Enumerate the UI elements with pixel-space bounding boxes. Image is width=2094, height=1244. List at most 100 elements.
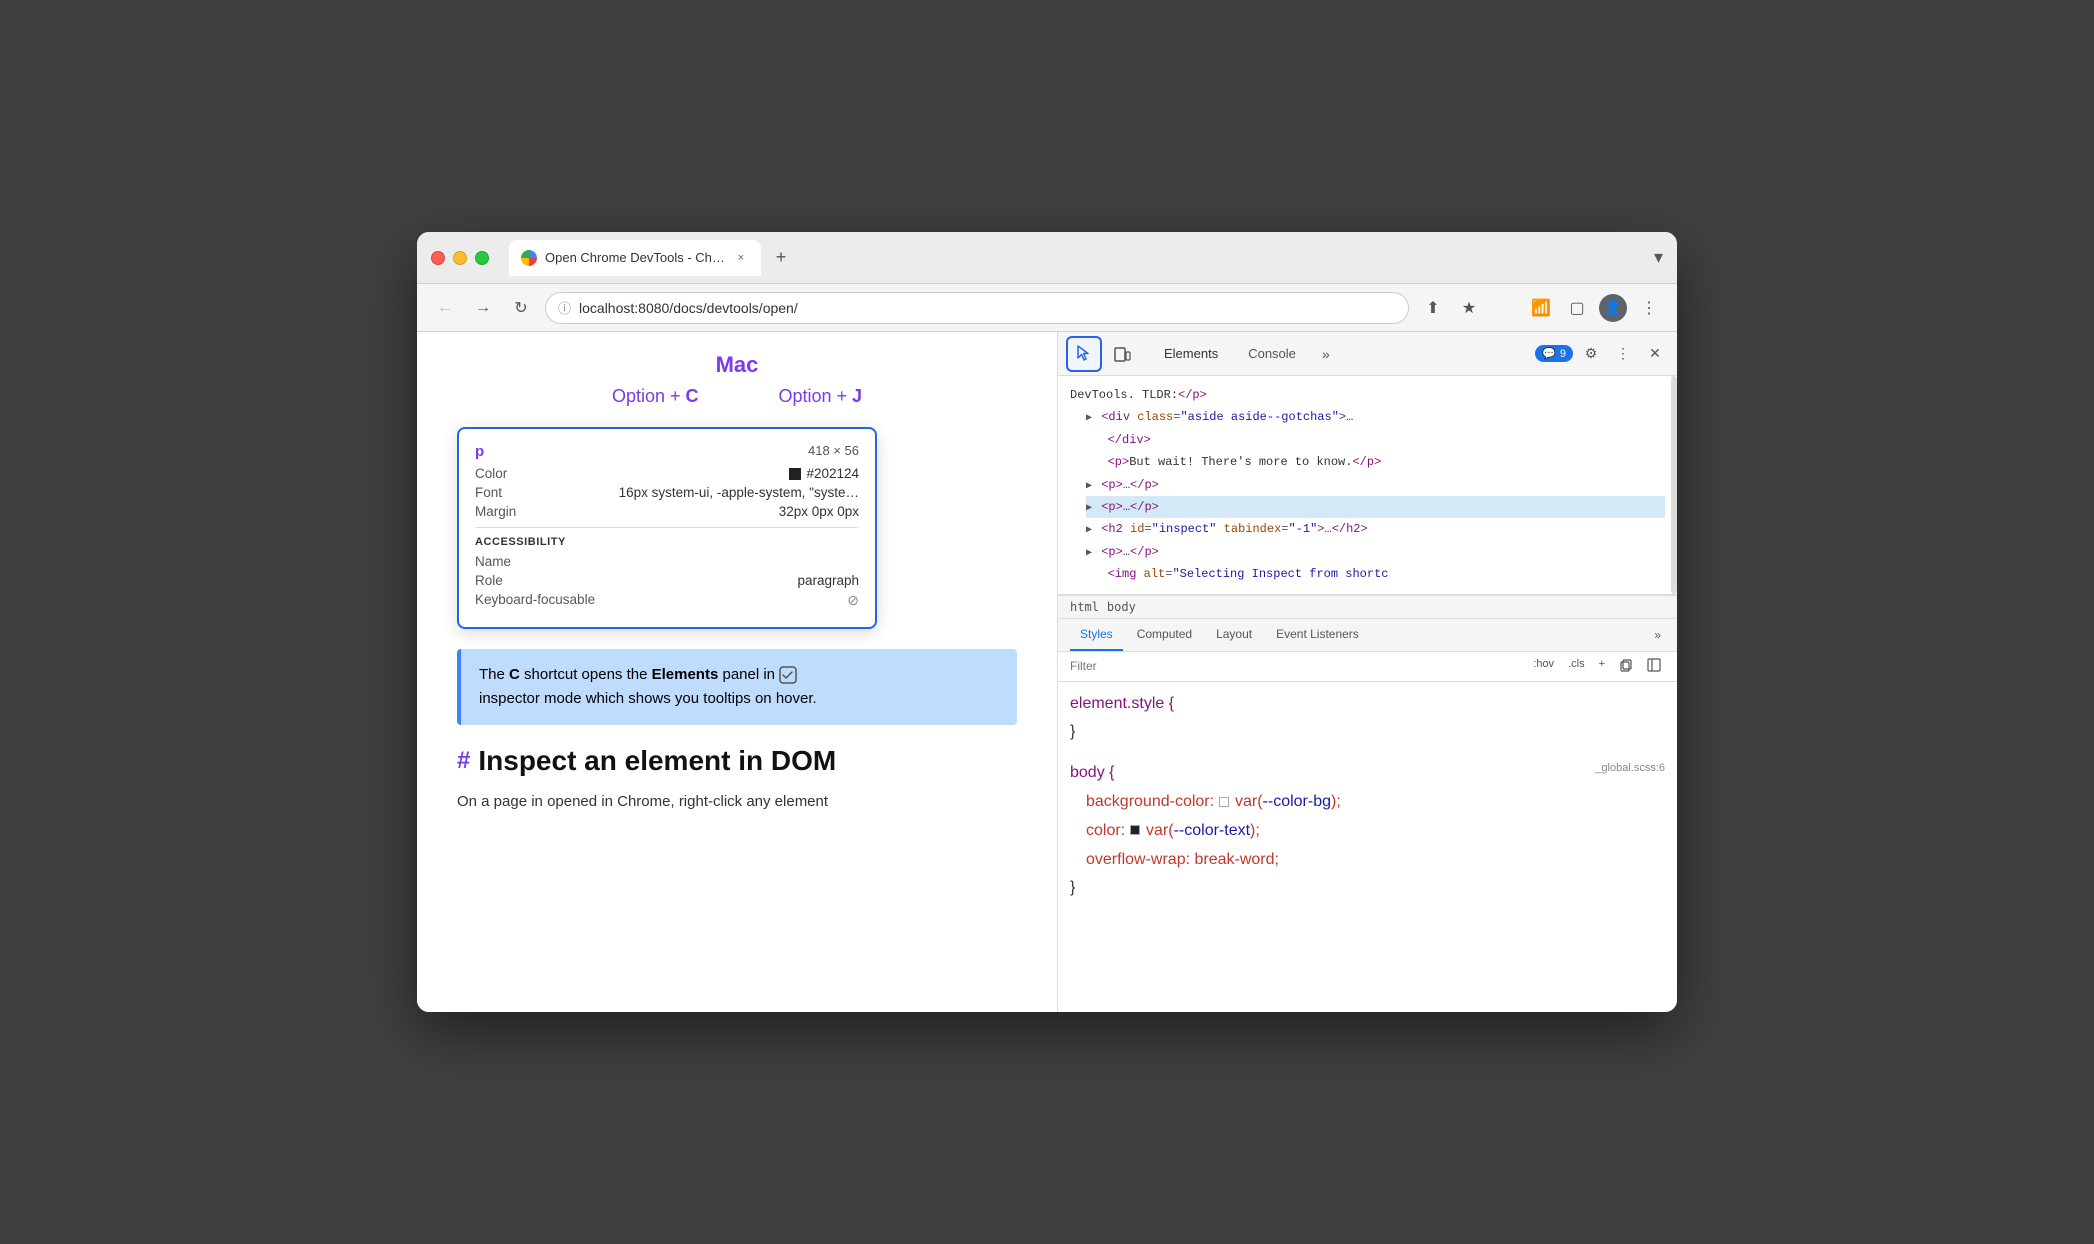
shortcut-j: Option + J xyxy=(778,386,862,407)
bookmark-button[interactable]: ★ xyxy=(1455,294,1483,322)
more-options-button[interactable]: ⋮ xyxy=(1635,294,1663,322)
dom-line-1: DevTools. TLDR:</p> xyxy=(1070,384,1665,406)
page-content: Mac Option + C Option + J p 418 × 56 Col… xyxy=(417,332,1057,1012)
highlight-text2: shortcut opens the xyxy=(520,666,652,683)
bg-color-swatch[interactable] xyxy=(1219,797,1229,807)
styles-more-button[interactable]: » xyxy=(1650,624,1665,646)
tab-label: Open Chrome DevTools - Chro… xyxy=(545,250,725,265)
refresh-button[interactable]: ↻ xyxy=(507,294,535,322)
tab-favicon xyxy=(521,250,537,266)
tooltip-tag: p xyxy=(475,443,859,460)
minimize-traffic-light[interactable] xyxy=(453,251,467,265)
devtools-tabs: Elements Console » xyxy=(1142,340,1527,368)
close-traffic-light[interactable] xyxy=(431,251,445,265)
dom-line-4: <p>But wait! There's more to know.</p> xyxy=(1086,451,1665,473)
shortcut-c-label: Option + xyxy=(612,386,686,406)
copy-icon xyxy=(1619,658,1633,672)
copy-styles-button[interactable] xyxy=(1615,656,1637,677)
settings-button[interactable]: ⚙ xyxy=(1577,340,1605,368)
dom-line-5[interactable]: ▶ <p>…</p> xyxy=(1086,474,1665,496)
dom-line-6-highlighted[interactable]: ▶ <p>…</p> xyxy=(1086,496,1665,518)
maximize-traffic-light[interactable] xyxy=(475,251,489,265)
breadcrumb-html[interactable]: html xyxy=(1070,600,1099,614)
section-heading: # Inspect an element in DOM xyxy=(457,745,1017,777)
tooltip-keyboard-row: Keyboard-focusable ⊘ xyxy=(475,592,859,609)
highlight-text3: panel in xyxy=(718,666,779,683)
tooltip-accessibility-title: ACCESSIBILITY xyxy=(475,536,859,548)
extension-button[interactable]: 🣿 xyxy=(1491,294,1519,322)
tab-dropdown-button[interactable]: ▾ xyxy=(1654,247,1663,268)
tab-styles[interactable]: Styles xyxy=(1070,619,1123,651)
breadcrumb-body[interactable]: body xyxy=(1107,600,1136,614)
more-options-devtools-button[interactable]: ⋮ xyxy=(1609,340,1637,368)
back-button[interactable]: ← xyxy=(431,294,459,322)
dom-scrollbar[interactable] xyxy=(1671,376,1677,594)
filter-input[interactable] xyxy=(1070,659,1529,673)
title-bar: Open Chrome DevTools - Chro… × + ▾ xyxy=(417,232,1677,284)
device-toolbar-button[interactable] xyxy=(1106,338,1138,370)
lock-icon: ⓘ xyxy=(558,298,571,317)
hov-filter-button[interactable]: :hov xyxy=(1529,656,1558,677)
new-tab-button[interactable]: + xyxy=(767,244,795,272)
forward-button[interactable]: → xyxy=(469,294,497,322)
tooltip-margin-row: Margin 32px 0px 0px xyxy=(475,504,859,519)
section-hash: # xyxy=(457,747,470,775)
tab-layout[interactable]: Layout xyxy=(1206,619,1262,651)
address-bar[interactable]: ⓘ localhost:8080/docs/devtools/open/ xyxy=(545,292,1409,324)
tooltip-role-row: Role paragraph xyxy=(475,573,859,588)
tab-computed[interactable]: Computed xyxy=(1127,619,1202,651)
highlight-text4: inspector mode which shows you tooltips … xyxy=(479,690,817,707)
highlighted-content-box: The C shortcut opens the Elements panel … xyxy=(457,649,1017,725)
tooltip-color-hex: #202124 xyxy=(806,466,859,481)
devtools-actions: ⚙ ⋮ ✕ xyxy=(1577,340,1669,368)
profile-button[interactable]: 👤 xyxy=(1599,294,1627,322)
tab-console[interactable]: Console xyxy=(1234,340,1310,367)
split-button[interactable]: ▢ xyxy=(1563,294,1591,322)
share-button[interactable]: ⬆ xyxy=(1419,294,1447,322)
tooltip-color-row: Color #202124 xyxy=(475,466,859,481)
active-tab[interactable]: Open Chrome DevTools - Chro… × xyxy=(509,240,761,276)
tooltip-font-value: 16px system-ui, -apple-system, "syste… xyxy=(619,485,859,500)
dom-line-7[interactable]: ▶ <h2 id="inspect" tabindex="-1">…</h2> xyxy=(1086,518,1665,540)
body-style-bg: background-color: var(--color-bg); xyxy=(1070,788,1665,817)
tab-elements[interactable]: Elements xyxy=(1150,340,1232,367)
dom-line-3: </div> xyxy=(1086,429,1665,451)
toggle-styles-button[interactable] xyxy=(1643,656,1665,677)
tooltip-role-value: paragraph xyxy=(797,573,859,588)
styles-content: element.style { } body { _global.scss:6 … xyxy=(1058,682,1677,924)
inspector-button[interactable] xyxy=(1066,336,1102,372)
cls-filter-button[interactable]: .cls xyxy=(1564,656,1589,677)
tab-event-listeners[interactable]: Event Listeners xyxy=(1266,619,1369,651)
close-devtools-button[interactable]: ✕ xyxy=(1641,340,1669,368)
tooltip-name-label: Name xyxy=(475,554,511,569)
console-badge-count: 9 xyxy=(1560,348,1566,360)
tooltip-card: p 418 × 56 Color #202124 Font 16px syste… xyxy=(457,427,877,629)
color-swatch-text[interactable] xyxy=(1130,825,1140,835)
color-swatch-dark xyxy=(789,468,801,480)
element-style-selector: element.style { xyxy=(1070,690,1665,719)
tooltip-margin-value: 32px 0px 0px xyxy=(779,504,859,519)
element-style-rule: element.style { } xyxy=(1070,690,1665,748)
devtools-panel: Elements Console » 💬 9 ⚙ ⋮ ✕ DevTools. T… xyxy=(1057,332,1677,1012)
tab-close-button[interactable]: × xyxy=(733,250,749,266)
shortcut-j-key: J xyxy=(852,386,862,406)
tooltip-keyboard-label: Keyboard-focusable xyxy=(475,592,595,609)
mac-heading: Mac xyxy=(457,352,1017,378)
browser-window: Open Chrome DevTools - Chro… × + ▾ ← → ↻… xyxy=(417,232,1677,1012)
console-chat-icon: 💬 xyxy=(1542,347,1556,360)
section-heading-text: Inspect an element in DOM xyxy=(478,745,836,777)
inspector-cursor-icon xyxy=(1074,344,1094,364)
tooltip-color-label: Color xyxy=(475,466,507,481)
dom-line-2[interactable]: ▶ <div class="aside aside--gotchas">… xyxy=(1086,406,1665,428)
body-style-close: } xyxy=(1070,874,1665,903)
extension2-button[interactable]: 📶 xyxy=(1527,294,1555,322)
tooltip-name-row: Name xyxy=(475,554,859,569)
tab-area: Open Chrome DevTools - Chro… × + ▾ xyxy=(509,240,1663,276)
body-style-header: body { _global.scss:6 xyxy=(1070,759,1665,788)
tabs-more-button[interactable]: » xyxy=(1312,340,1340,368)
dom-line-8[interactable]: ▶ <p>…</p> xyxy=(1086,541,1665,563)
shortcuts-row: Option + C Option + J xyxy=(457,386,1017,407)
tooltip-keyboard-value: ⊘ xyxy=(847,592,859,609)
filter-actions: :hov .cls + xyxy=(1529,656,1665,677)
add-style-button[interactable]: + xyxy=(1595,656,1609,677)
